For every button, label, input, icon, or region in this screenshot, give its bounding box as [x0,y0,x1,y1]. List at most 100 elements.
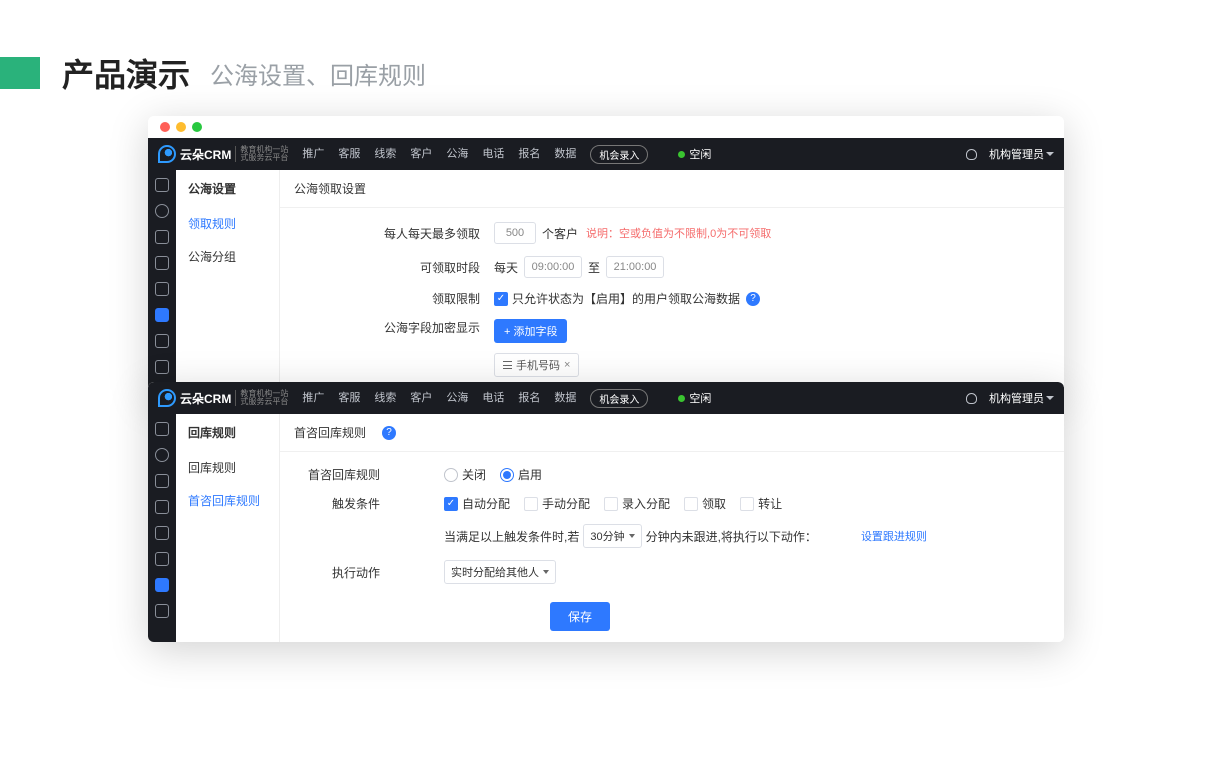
duration-select[interactable]: 30分钟 [583,524,641,548]
stage: 云朵CRM 教育机构一站 式服务云平台 推广 客服 线索 客户 公海 电话 报名… [148,114,1068,654]
nav-item[interactable]: 线索 [374,389,396,408]
nav-item[interactable]: 客服 [338,145,360,164]
limit-checkbox[interactable]: ✓ [494,292,508,306]
rail-icon[interactable] [155,204,169,218]
top-nav: 云朵CRM 教育机构一站 式服务云平台 推广 客服 线索 客户 公海 电话 报名… [148,382,1064,414]
slide-subtitle: 公海设置、回库规则 [210,56,426,91]
cb-entry[interactable] [604,497,618,511]
nav-item[interactable]: 数据 [554,389,576,408]
action-select[interactable]: 实时分配给其他人 [444,560,556,584]
nav-item[interactable]: 报名 [518,145,540,164]
nav-item[interactable]: 电话 [482,389,504,408]
minimize-icon[interactable] [176,122,186,132]
nav-item[interactable]: 数据 [554,145,576,164]
rail-icon[interactable] [155,282,169,296]
rail-icon[interactable] [155,448,169,462]
rail-icon-active[interactable] [155,308,169,322]
accent-block [0,57,40,89]
nav-items: 推广 客服 线索 客户 公海 电话 报名 数据 机会录入 [302,389,648,408]
radio-on[interactable] [500,468,514,482]
cloud-icon [158,389,176,407]
rail-icon[interactable] [155,178,169,192]
nav-item[interactable]: 公海 [446,389,468,408]
cb-transfer[interactable] [740,497,754,511]
cb-manual[interactable] [524,497,538,511]
help-icon[interactable]: ? [746,292,760,306]
field-tag-phone[interactable]: 手机号码 × [494,353,579,377]
subnav-item-receive-rule[interactable]: 领取规则 [176,207,279,240]
rail-icon[interactable] [155,422,169,436]
user-role-menu[interactable]: 机构管理员 [989,390,1054,406]
nav-item[interactable]: 客户 [410,145,432,164]
list-icon [503,361,512,369]
rail-icon[interactable] [155,360,169,374]
icon-rail [148,170,176,396]
maximize-icon[interactable] [192,122,202,132]
rail-icon[interactable] [155,334,169,348]
form: 每人每天最多领取 个客户 说明：空或负值为不限制,0为不可领取 可领取时段 每天… [280,208,1064,396]
rail-icon[interactable] [155,500,169,514]
add-field-button[interactable]: + 添加字段 [494,319,567,343]
nav-item[interactable]: 推广 [302,389,324,408]
rail-icon[interactable] [155,526,169,540]
close-icon[interactable] [160,122,170,132]
row-encrypt-fields: 公海字段加密显示 + 添加字段 手机号码 × [370,319,1054,377]
opportunity-entry-button[interactable]: 机会录入 [590,145,648,164]
rail-icon-active[interactable] [155,578,169,592]
nav-items: 推广 客服 线索 客户 公海 电话 报名 数据 机会录入 [302,145,648,164]
slide-title: 产品演示 [62,50,190,96]
brand-logo[interactable]: 云朵CRM 教育机构一站 式服务云平台 [158,145,288,163]
row-max-per-day: 每人每天最多领取 个客户 说明：空或负值为不限制,0为不可领取 [370,222,1054,244]
max-per-day-input[interactable] [494,222,536,244]
note: 说明：空或负值为不限制,0为不可领取 [586,225,771,241]
subnav-item-return-rule[interactable]: 回库规则 [176,451,279,484]
opportunity-entry-button[interactable]: 机会录入 [590,389,648,408]
nav-item[interactable]: 线索 [374,145,396,164]
radio-off[interactable] [444,468,458,482]
subnav-title: 回库规则 [176,414,279,451]
rail-icon[interactable] [155,256,169,270]
row-enable: 首咨回库规则 关闭 启用 [300,466,1054,483]
nav-item[interactable]: 公海 [446,145,468,164]
nav-item[interactable]: 客户 [410,389,432,408]
help-icon[interactable]: ? [382,426,396,440]
subnav-item-first-consult-rule[interactable]: 首咨回库规则 [176,484,279,517]
window-titlebar [148,116,1064,138]
nav-item[interactable]: 推广 [302,145,324,164]
form: 首咨回库规则 关闭 启用 触发条件 ✓自动分配 手动分配 [280,452,1064,641]
rail-icon[interactable] [155,230,169,244]
rail-icon[interactable] [155,474,169,488]
content-title: 首咨回库规则 ? [280,414,1064,452]
row-action: 执行动作 实时分配给其他人 [300,560,1054,584]
subnav-item-group[interactable]: 公海分组 [176,240,279,273]
cb-auto[interactable]: ✓ [444,497,458,511]
status-indicator-icon [678,151,685,158]
nav-item[interactable]: 报名 [518,389,540,408]
brand-logo[interactable]: 云朵CRM 教育机构一站 式服务云平台 [158,389,288,407]
chevron-down-icon [543,570,549,574]
set-followup-link[interactable]: 设置跟进规则 [861,528,927,544]
bell-icon[interactable] [966,149,977,160]
rail-icon[interactable] [155,552,169,566]
cb-receive[interactable] [684,497,698,511]
nav-right: 机构管理员 [966,146,1054,162]
save-button[interactable]: 保存 [550,602,610,631]
end-time-input[interactable] [606,256,664,278]
content-area: 首咨回库规则 ? 首咨回库规则 关闭 启用 触发条件 [280,414,1064,642]
status-label[interactable]: 空闲 [689,146,711,162]
logo-sub: 教育机构一站 式服务云平台 [235,390,288,406]
remove-tag-icon[interactable]: × [564,359,570,371]
nav-item[interactable]: 电话 [482,145,504,164]
rail-icon[interactable] [155,604,169,618]
row-receive-limit: 领取限制 ✓ 只允许状态为【启用】的用户领取公海数据 ? [370,290,1054,307]
status-label[interactable]: 空闲 [689,390,711,406]
subnav-title: 公海设置 [176,170,279,207]
start-time-input[interactable] [524,256,582,278]
top-nav: 云朵CRM 教育机构一站 式服务云平台 推广 客服 线索 客户 公海 电话 报名… [148,138,1064,170]
content-area: 公海领取设置 每人每天最多领取 个客户 说明：空或负值为不限制,0为不可领取 可… [280,170,1064,396]
bell-icon[interactable] [966,393,977,404]
body: 公海设置 领取规则 公海分组 公海领取设置 每人每天最多领取 个客户 说明：空或… [148,170,1064,396]
user-role-menu[interactable]: 机构管理员 [989,146,1054,162]
nav-right: 机构管理员 [966,390,1054,406]
nav-item[interactable]: 客服 [338,389,360,408]
